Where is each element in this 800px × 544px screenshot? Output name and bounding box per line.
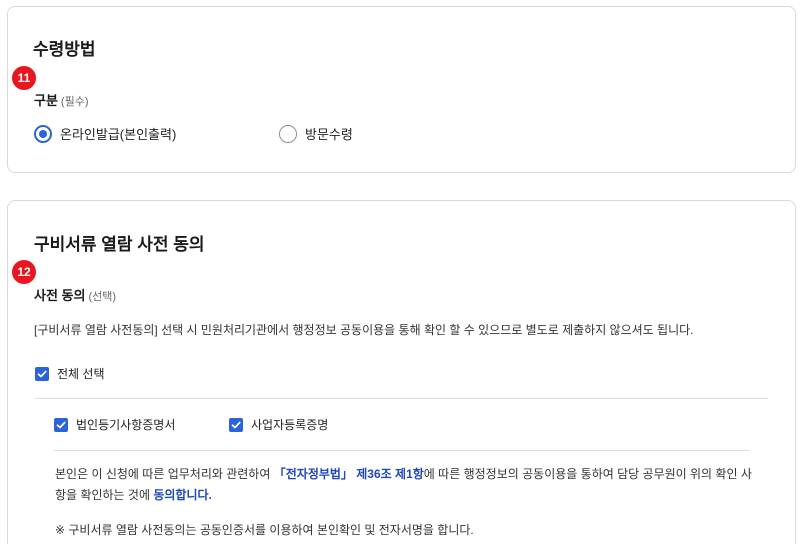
- receipt-type-label-text: 구분: [34, 93, 58, 108]
- consent-note: ※ 구비서류 열람 사전동의는 공동인증서를 이용하여 본인확인 및 전자서명을…: [55, 523, 474, 537]
- agree-text-part1: 본인은 이 신청에 따른 업무처리와 관련하여: [55, 467, 274, 481]
- required-tag: (필수): [60, 96, 89, 108]
- business-registration-label: 사업자등록증명: [251, 418, 329, 432]
- consent-description: [구비서류 열람 사전동의] 선택 시 민원처리기관에서 행정정보 공동이용을 …: [34, 323, 694, 337]
- e-government-act-reference: 「전자정부법」 제36조 제1항: [273, 467, 424, 481]
- radio-online-issue[interactable]: 온라인발급(본인출력): [34, 124, 176, 143]
- radio-selected-icon: [34, 124, 52, 143]
- document-consent-section: 구비서류 열람 사전 동의 12 사전 동의 (선택) [구비서류 열람 사전동의…: [7, 200, 796, 544]
- corporate-registry-label: 법인등기사항증명서: [76, 418, 176, 432]
- agree-statement: 동의합니다.: [153, 488, 212, 502]
- consent-agreement-text: 본인은 이 신청에 따른 업무처리와 관련하여 「전자정부법」 제36조 제1항…: [55, 464, 755, 506]
- select-all-label: 전체 선택: [57, 367, 105, 381]
- radio-visit-pickup[interactable]: 방문수령: [279, 124, 353, 143]
- radio-visit-pickup-label: 방문수령: [305, 127, 353, 142]
- receipt-method-section: 수령방법 11 구분 (필수) 온라인발급(본인출력) 방문수령: [7, 6, 796, 173]
- divider: [35, 398, 768, 399]
- receipt-method-title: 수령방법: [33, 40, 96, 59]
- checkbox-corporate-registry[interactable]: 법인등기사항증명서: [54, 416, 175, 433]
- checkbox-checked-icon: [229, 417, 243, 432]
- document-consent-title: 구비서류 열람 사전 동의: [34, 235, 205, 254]
- step-badge-12: 12: [12, 260, 36, 284]
- radio-online-issue-label: 온라인발급(본인출력): [60, 127, 177, 142]
- prior-consent-label-text: 사전 동의: [34, 288, 86, 303]
- checkbox-business-registration[interactable]: 사업자등록증명: [229, 416, 328, 433]
- step-badge-11: 11: [12, 66, 36, 90]
- radio-unselected-icon: [279, 124, 297, 143]
- receipt-type-label: 구분 (필수): [34, 90, 89, 109]
- checkbox-checked-icon: [54, 417, 68, 432]
- optional-tag: (선택): [88, 291, 117, 303]
- checkbox-checked-icon: [35, 366, 49, 381]
- select-all-checkbox[interactable]: 전체 선택: [35, 365, 105, 382]
- prior-consent-label: 사전 동의 (선택): [34, 285, 116, 304]
- divider: [54, 450, 749, 451]
